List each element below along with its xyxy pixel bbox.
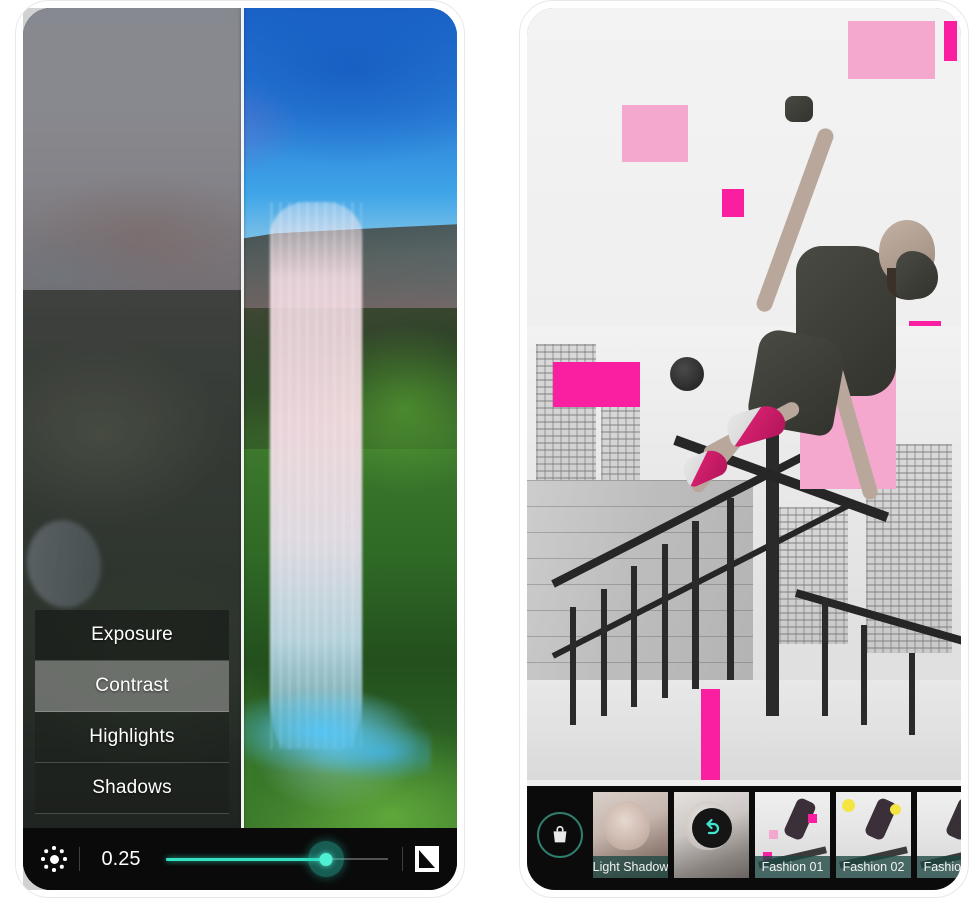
accent-square-hot-6 [700, 689, 721, 780]
filter-strip[interactable]: Light Shadow Fashion 01 Fashion 02 Fashi… [527, 786, 961, 890]
compare-split-icon[interactable] [413, 844, 441, 874]
adjustment-label: Exposure [91, 624, 173, 645]
before-after-split-divider[interactable] [240, 8, 244, 890]
adjustment-label: Shadows [92, 777, 172, 798]
phone-left-editor: Exposure Contrast Highlights Shadows 0.2… [15, 0, 465, 898]
railing-post-1 [570, 607, 577, 726]
filter-thumb-fashion-01[interactable]: Fashion 01 [755, 792, 830, 878]
railing-post-5 [691, 520, 699, 690]
adjustment-label: Highlights [89, 726, 175, 747]
accent-square-hot-5 [553, 361, 640, 408]
accent-square-pale-1 [848, 21, 935, 79]
railing-post-9 [908, 652, 915, 735]
accent-square-hot-1 [943, 21, 957, 61]
railing-post-main [765, 334, 779, 717]
slider-thumb[interactable] [319, 852, 333, 866]
railing-post-7 [822, 598, 829, 717]
filter-thumb-label: Light Shadow [593, 856, 668, 878]
filtered-photo-preview[interactable] [527, 8, 961, 890]
adjustment-label: Contrast [95, 675, 169, 696]
undo-icon[interactable] [691, 808, 732, 849]
railing-post-8 [861, 625, 868, 726]
railing-post-4 [661, 543, 668, 699]
building-far [778, 507, 849, 644]
app-screenshot: Exposure Contrast Highlights Shadows 0.2… [0, 0, 978, 912]
toolbar-divider-left [79, 847, 80, 871]
editor-bottom-toolbar: 0.25 [23, 828, 457, 890]
filters-screen: Light Shadow Fashion 01 Fashion 02 Fashi… [527, 8, 961, 890]
adjustment-item-contrast[interactable]: Contrast [35, 661, 229, 712]
toolbar-divider-right [402, 847, 403, 871]
filter-thumb-label: Fashion 03 [917, 856, 961, 878]
brightness-icon[interactable] [39, 844, 69, 874]
adjustment-slider[interactable] [166, 841, 388, 877]
filter-thumb-label: Fashion 01 [755, 856, 830, 878]
ground-plane [527, 680, 961, 780]
adjustment-item-shadows[interactable]: Shadows [35, 763, 229, 814]
slider-fill [166, 857, 326, 861]
waterfall-pool [231, 660, 431, 802]
adjustment-value: 0.25 [101, 847, 141, 870]
railing-post-6 [726, 498, 734, 680]
adjustment-item-highlights[interactable]: Highlights [35, 712, 229, 763]
adjustment-item-exposure[interactable]: Exposure [35, 610, 229, 661]
phone-right-filters: Light Shadow Fashion 01 Fashion 02 Fashi… [519, 0, 969, 898]
accent-square-pale-2 [622, 105, 688, 163]
accent-square-hot-2 [722, 188, 744, 218]
editor-screen: Exposure Contrast Highlights Shadows 0.2… [23, 8, 457, 890]
satellite-dish [670, 357, 705, 392]
filter-thumb-label: Fashion 02 [836, 856, 911, 878]
filter-thumb-reset[interactable] [674, 792, 749, 878]
filter-thumb-light-shadow[interactable]: Light Shadow [593, 792, 668, 878]
accent-square-pale-3 [800, 357, 896, 490]
filter-thumb-fashion-02[interactable]: Fashion 02 [836, 792, 911, 878]
railing-post-2 [600, 589, 607, 717]
adjustment-menu[interactable]: Exposure Contrast Highlights Shadows [35, 610, 229, 814]
shopping-bag-icon[interactable] [537, 812, 583, 858]
city-background [527, 325, 961, 780]
filter-thumb-fashion-03[interactable]: Fashion 03 [917, 792, 961, 878]
railing-post-3 [631, 566, 638, 708]
